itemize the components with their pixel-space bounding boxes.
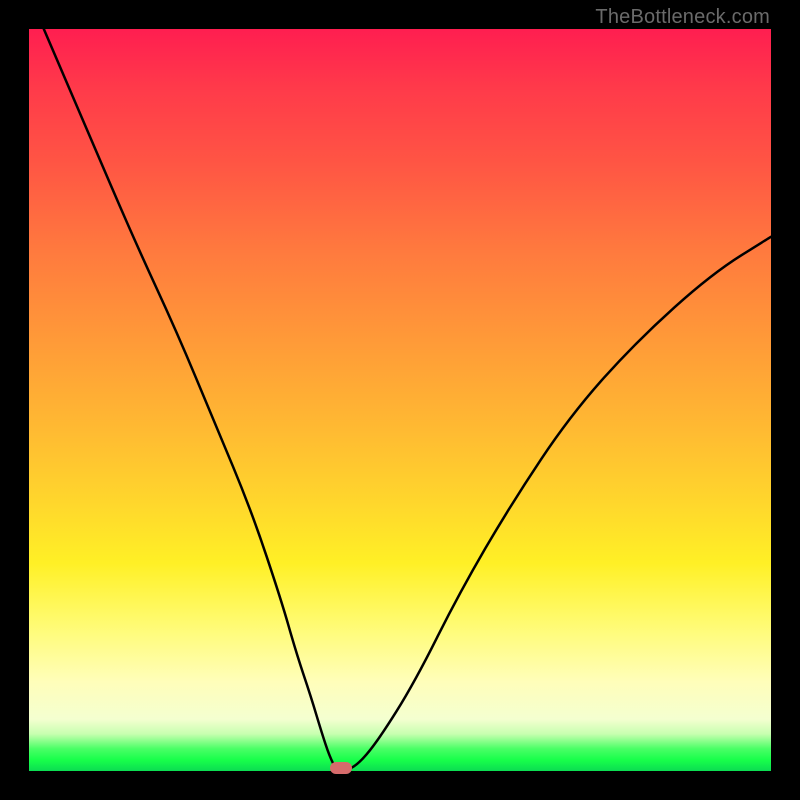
plot-area bbox=[29, 29, 771, 771]
minimum-marker bbox=[330, 762, 352, 774]
bottleneck-curve bbox=[29, 29, 771, 771]
chart-frame: TheBottleneck.com bbox=[0, 0, 800, 800]
watermark-text: TheBottleneck.com bbox=[595, 6, 770, 29]
curve-path bbox=[44, 29, 771, 771]
